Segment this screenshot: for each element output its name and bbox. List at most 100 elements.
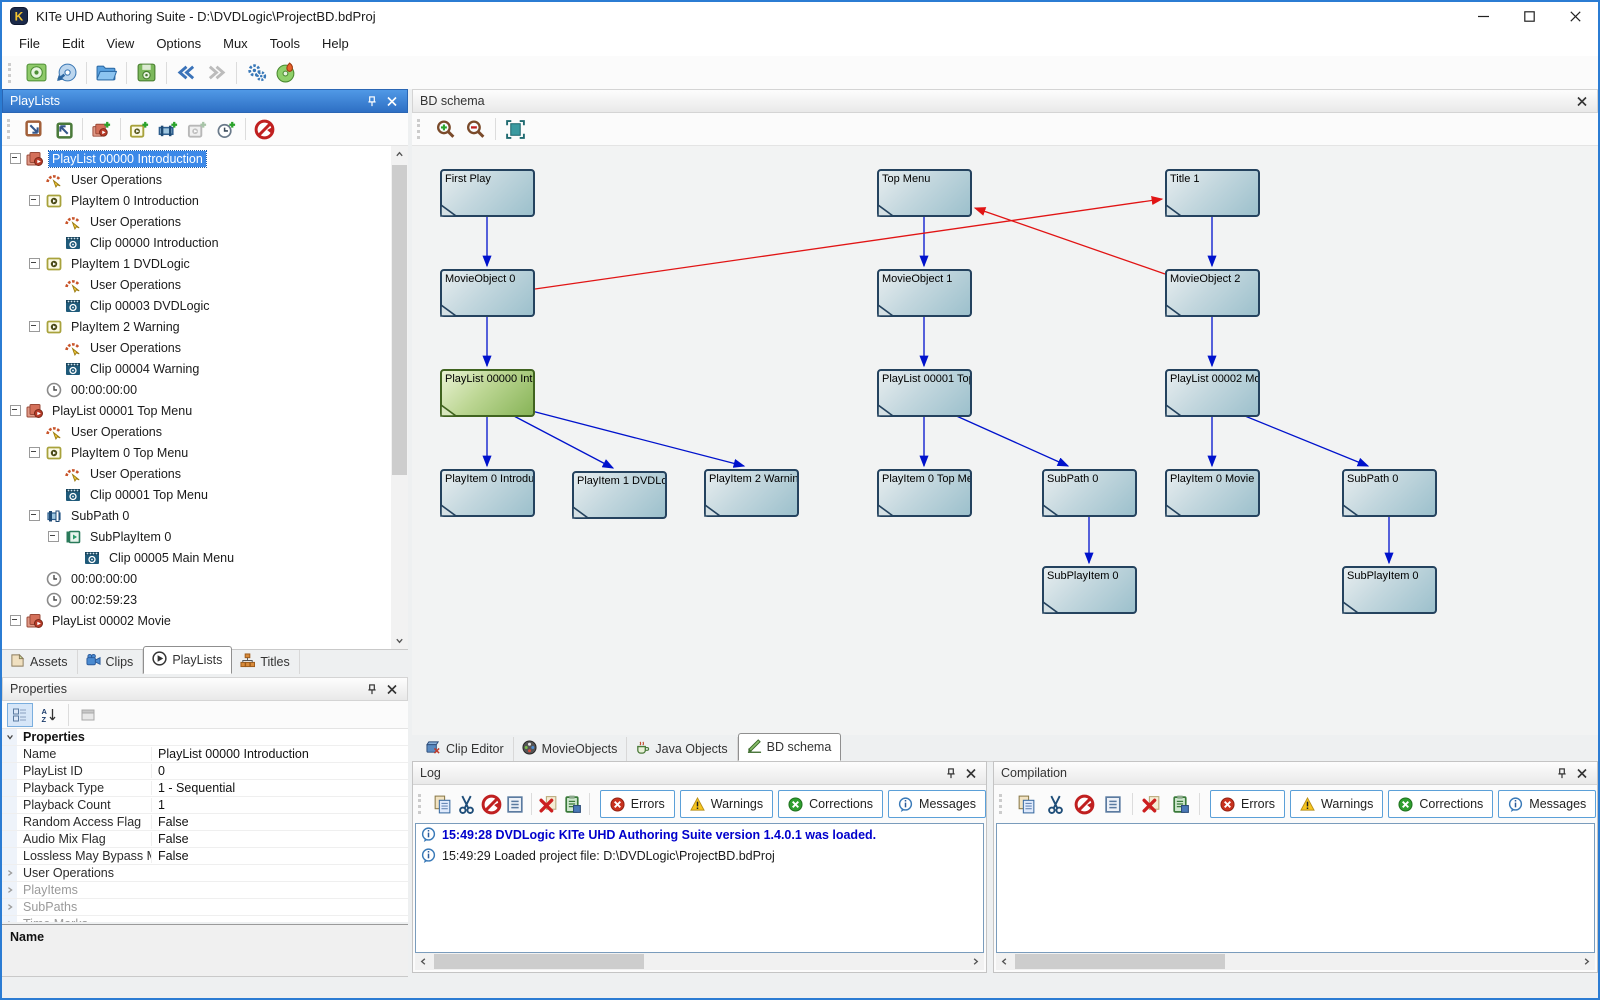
add-playitem-icon[interactable] (126, 116, 153, 143)
save-log-icon[interactable] (1167, 791, 1194, 818)
compilation-errors-filter-button[interactable]: Errors (1210, 790, 1285, 818)
menu-mux[interactable]: Mux (212, 32, 259, 55)
menu-options[interactable]: Options (145, 32, 212, 55)
open-disc-icon[interactable] (53, 59, 80, 86)
tab-playlists[interactable]: PlayLists (143, 646, 232, 674)
schema-node-playitem-2-warning[interactable]: PlayItem 2 Warning (704, 469, 799, 517)
expand-chevron-icon[interactable] (2, 882, 17, 898)
clear-log-icon[interactable] (537, 791, 559, 818)
schema-node-playlist-00000-introduction[interactable]: PlayList 00000 Introduction (440, 369, 535, 417)
alphabetical-sort-icon[interactable]: AZ (36, 703, 62, 727)
tree-item[interactable]: Clip 00001 Top Menu (2, 484, 391, 505)
tree-item[interactable]: PlayItem 1 DVDLogic (2, 253, 391, 274)
tree-expander[interactable] (29, 195, 40, 206)
clear-log-icon[interactable] (1138, 791, 1165, 818)
property-row[interactable]: PlayList ID0 (2, 763, 408, 780)
scroll-thumb[interactable] (392, 165, 407, 475)
toolbar-gripper[interactable] (8, 63, 15, 83)
menu-tools[interactable]: Tools (259, 32, 311, 55)
tab-bd-schema[interactable]: BD schema (738, 733, 842, 761)
burn-disc-icon[interactable] (273, 59, 300, 86)
save-log-icon[interactable] (562, 791, 584, 818)
tree-expander[interactable] (29, 321, 40, 332)
expand-chevron-icon[interactable] (2, 916, 17, 922)
add-playlist-icon[interactable] (88, 116, 115, 143)
compilation-hscrollbar[interactable] (996, 953, 1595, 970)
schema-node-movieobject-2[interactable]: MovieObject 2 (1165, 269, 1260, 317)
menu-file[interactable]: File (8, 32, 51, 55)
tree-expander[interactable] (10, 615, 21, 626)
categorized-view-icon[interactable] (7, 703, 33, 727)
property-row[interactable]: NamePlayList 00000 Introduction (2, 746, 408, 763)
tree-item[interactable]: Clip 00005 Main Menu (2, 547, 391, 568)
tree-item[interactable]: PlayList 00002 Movie (2, 610, 391, 631)
tree-expander[interactable] (29, 447, 40, 458)
schema-node-playlist-00001-top-menu[interactable]: PlayList 00001 Top Menu (877, 369, 972, 417)
compilation-warnings-filter-button[interactable]: Warnings (1290, 790, 1383, 818)
schema-node-playitem-1-dvdlogic[interactable]: PlayItem 1 DVDLogic (572, 471, 667, 519)
property-group-row[interactable]: PlayItems (2, 882, 408, 899)
tree-item[interactable]: 00:00:00:00 (2, 379, 391, 400)
tree-item[interactable]: User Operations (2, 421, 391, 442)
property-group-row[interactable]: User Operations (2, 865, 408, 882)
toolbar-gripper[interactable] (7, 119, 14, 139)
zoom-out-icon[interactable] (462, 116, 489, 143)
log-message[interactable]: 15:49:29 Loaded project file: D:\DVDLogi… (416, 845, 983, 866)
export-playlist-icon[interactable] (21, 116, 48, 143)
word-wrap-icon[interactable] (1100, 791, 1127, 818)
pin-icon[interactable] (1554, 765, 1570, 781)
toolbar-gripper[interactable] (999, 794, 1006, 814)
property-value[interactable]: PlayList 00000 Introduction (152, 747, 408, 761)
toolbar-gripper[interactable] (418, 794, 424, 814)
schema-node-playlist-00002-movie[interactable]: PlayList 00002 Movie (1165, 369, 1260, 417)
tree-item[interactable]: PlayItem 0 Introduction (2, 190, 391, 211)
new-project-icon[interactable] (23, 59, 50, 86)
close-icon[interactable] (963, 765, 979, 781)
schema-node-movieobject-1[interactable]: MovieObject 1 (877, 269, 972, 317)
close-icon[interactable] (384, 681, 400, 697)
tab-clips[interactable]: Clips (78, 650, 144, 674)
maximize-button[interactable] (1506, 2, 1552, 30)
close-icon[interactable] (1574, 93, 1590, 109)
property-row[interactable]: Audio Mix FlagFalse (2, 831, 408, 848)
tab-java-objects[interactable]: Java Objects (627, 737, 737, 761)
scroll-left-icon[interactable] (415, 953, 432, 970)
tab-clip-editor[interactable]: Clip Editor (418, 737, 514, 761)
schema-node-title-1[interactable]: Title 1 (1165, 169, 1260, 217)
tree-expander[interactable] (48, 531, 59, 542)
cut-icon[interactable] (456, 791, 478, 818)
close-icon[interactable] (1574, 765, 1590, 781)
compilation-corrections-filter-button[interactable]: Corrections (1388, 790, 1493, 818)
property-row[interactable]: Playback Type1 - Sequential (2, 780, 408, 797)
tab-assets[interactable]: Assets (2, 650, 78, 674)
tree-expander[interactable] (10, 153, 21, 164)
close-icon[interactable] (384, 93, 400, 109)
tree-expander[interactable] (29, 258, 40, 269)
tree-item[interactable]: User Operations (2, 211, 391, 232)
property-group-row[interactable]: SubPaths (2, 899, 408, 916)
tab-movieobjects[interactable]: MovieObjects (514, 737, 628, 761)
property-value[interactable]: False (152, 849, 408, 863)
property-value[interactable]: 0 (152, 764, 408, 778)
property-row[interactable]: Playback Count1 (2, 797, 408, 814)
tree-item[interactable]: User Operations (2, 169, 391, 190)
tree-item[interactable]: User Operations (2, 337, 391, 358)
schema-node-subpath-0[interactable]: SubPath 0 (1342, 469, 1437, 517)
log-errors-filter-button[interactable]: Errors (600, 790, 675, 818)
log-corrections-filter-button[interactable]: Corrections (778, 790, 883, 818)
scroll-right-icon[interactable] (967, 953, 984, 970)
property-value[interactable]: 1 (152, 798, 408, 812)
property-group-row[interactable]: Time Marks (2, 916, 408, 922)
tab-titles[interactable]: Titles (232, 650, 299, 674)
delete-icon[interactable] (251, 116, 278, 143)
clear-filter-icon[interactable] (1071, 791, 1098, 818)
copy-icon[interactable] (431, 791, 453, 818)
cut-icon[interactable] (1042, 791, 1069, 818)
close-button[interactable] (1552, 2, 1598, 30)
scroll-down-icon[interactable] (391, 632, 408, 649)
scroll-left-icon[interactable] (996, 953, 1013, 970)
schema-node-movieobject-0[interactable]: MovieObject 0 (440, 269, 535, 317)
log-hscrollbar[interactable] (415, 953, 984, 970)
menu-edit[interactable]: Edit (51, 32, 95, 55)
bd-schema-canvas[interactable]: First PlayMovieObject 0PlayList 00000 In… (412, 146, 1598, 735)
